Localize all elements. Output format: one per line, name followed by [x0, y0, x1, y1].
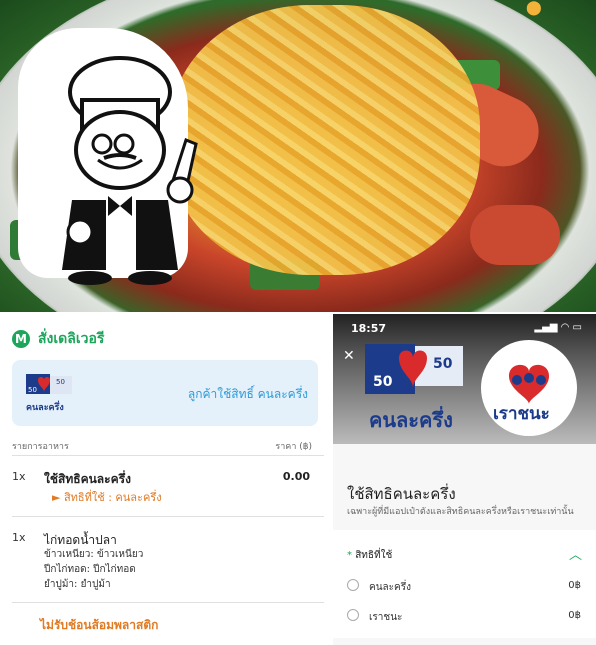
half-half-logo-text: คนละครึ่ง	[369, 408, 453, 432]
sheet-title: ใช้สิทธิคนละครึ่ง	[347, 485, 456, 503]
item-option: ยำปูม้า: ยำปูม้า	[44, 579, 111, 590]
option-price: 0฿	[568, 610, 581, 621]
close-icon[interactable]: ✕	[343, 348, 355, 364]
sausage	[470, 205, 560, 265]
delivery-panel: M สั่งเดลิเวอรี 50 50 คนละครึ่ง ลูกค้าใช…	[0, 312, 330, 645]
divider	[12, 516, 324, 517]
privilege-header-label: สิทธิที่ใช้	[355, 550, 393, 561]
divider	[12, 455, 324, 456]
option-label: คนละครึ่ง	[369, 582, 411, 593]
svg-text:50: 50	[28, 386, 37, 394]
svg-text:50: 50	[56, 378, 65, 386]
privilege-card: * สิทธิที่ใช้ ︿ คนละครึ่ง 0฿ เราชนะ 0฿	[333, 530, 596, 638]
col-price-label: ราคา (฿)	[275, 442, 312, 452]
radio-button[interactable]	[347, 609, 359, 621]
half-half-promo-banner[interactable]: 50 50 คนละครึ่ง ลูกค้าใช้สิทธิ์ คนละครึ่…	[12, 360, 318, 426]
item-privilege: ► สิทธิที่ใช้ : คนละครึ่ง	[52, 491, 162, 504]
promo-banner: 18:57 ▂▄▆ ◠ ▭ ✕ 50 50 คนละครึ่ง เราชนะ	[333, 314, 596, 444]
required-star-icon: *	[347, 550, 356, 561]
item-qty: 1x	[12, 531, 26, 544]
delivery-title: สั่งเดลิเวอรี	[38, 331, 105, 347]
status-icons: ▂▄▆ ◠ ▭	[534, 322, 582, 333]
item-option: ปีกไก่ทอด: ปีกไก่ทอด	[44, 564, 136, 575]
svg-text:50: 50	[373, 374, 393, 390]
no-plastic-cutlery-option[interactable]: ไม่รับช้อนส้อมพลาสติก	[40, 616, 158, 635]
col-item-label: รายการอาหาร	[12, 442, 69, 452]
privilege-header: * สิทธิที่ใช้	[347, 548, 392, 563]
divider	[12, 602, 324, 603]
item-price: 0.00	[282, 470, 310, 483]
radio-button[interactable]	[347, 579, 359, 591]
raochana-logo-text: เราชนะ	[493, 404, 550, 424]
status-time: 18:57	[351, 322, 387, 335]
option-price: 0฿	[568, 580, 581, 591]
m-logo-icon: M	[12, 330, 30, 348]
item-option: ข้าวเหนียว: ข้าวเหนียว	[44, 549, 144, 560]
svg-text:คนละครึ่ง: คนละครึ่ง	[26, 400, 64, 413]
location-pin-icon: ⬤	[526, 0, 542, 16]
food-photo: ⬤	[0, 0, 596, 312]
item-qty: 1x	[12, 470, 26, 483]
kon-la-kreung-logo-icon: 50 50 คนละครึ่ง	[26, 374, 72, 413]
phone-screenshot: 18:57 ▂▄▆ ◠ ▭ ✕ 50 50 คนละครึ่ง เราชนะ ใ…	[333, 314, 596, 645]
promo-text: ลูกค้าใช้สิทธิ์ คนละครึ่ง	[187, 387, 308, 401]
puzzle-heart-icon: 50 50	[365, 344, 463, 394]
crispy-noodles	[170, 5, 480, 275]
item-name: ใช้สิทธิคนละครึ่ง	[44, 472, 131, 486]
chef-mascot-icon	[62, 56, 198, 285]
option-label: เราชนะ	[369, 612, 403, 623]
svg-text:50: 50	[433, 356, 453, 372]
chevron-up-icon[interactable]: ︿	[569, 544, 582, 563]
delivery-header: M สั่งเดลิเวอรี	[12, 328, 104, 350]
sheet-subtitle: เฉพาะผู้ที่มีแอปเป๋าตังและสิทธิคนละครึ่ง…	[347, 507, 574, 517]
